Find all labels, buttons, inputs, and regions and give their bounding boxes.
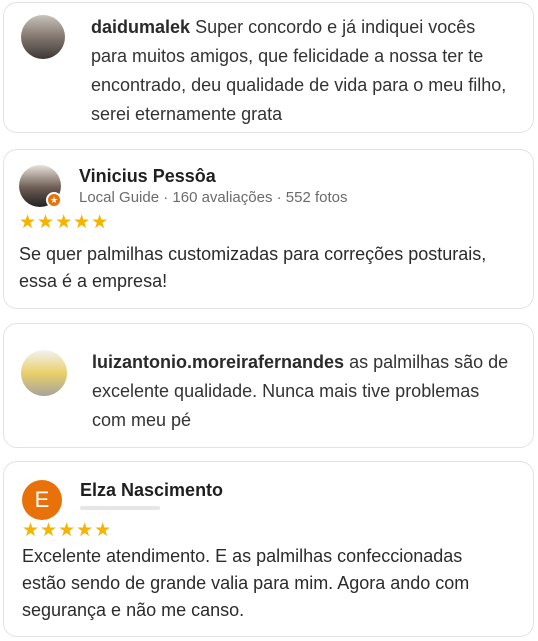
rating-stars: ★★★★★ [19, 212, 110, 233]
user-avatar[interactable]: E [22, 480, 62, 520]
reviewer-meta: Local Guide · 160 avaliações · 552 fotos [79, 189, 348, 206]
review-text: daidumalek Super concordo e já indiquei … [91, 13, 511, 129]
user-avatar[interactable] [21, 350, 67, 396]
review-text: Se quer palmilhas customizadas para corr… [19, 244, 487, 291]
reviewer-name[interactable]: Vinicius Pessôa [79, 166, 216, 187]
review-card-3: luizantonio.moreirafernandes as palmilha… [3, 323, 534, 448]
review-card-4: E Elza Nascimento ★★★★★ Excelente atendi… [3, 461, 534, 637]
review-text: Excelente atendimento. E as palmilhas co… [22, 546, 470, 620]
local-guide-badge-icon: ★ [46, 192, 62, 208]
reviewer-meta-faint [80, 506, 160, 510]
review-card-1: daidumalek Super concordo e já indiquei … [3, 2, 534, 133]
username[interactable]: luizantonio.moreirafernandes [92, 352, 344, 372]
reviewer-name[interactable]: Elza Nascimento [80, 480, 223, 501]
review-card-2: ★ Vinicius Pessôa Local Guide · 160 aval… [3, 149, 534, 309]
username[interactable]: daidumalek [91, 17, 190, 37]
user-avatar[interactable] [21, 15, 65, 59]
rating-stars: ★★★★★ [22, 520, 113, 541]
review-text: luizantonio.moreirafernandes as palmilha… [92, 348, 517, 435]
